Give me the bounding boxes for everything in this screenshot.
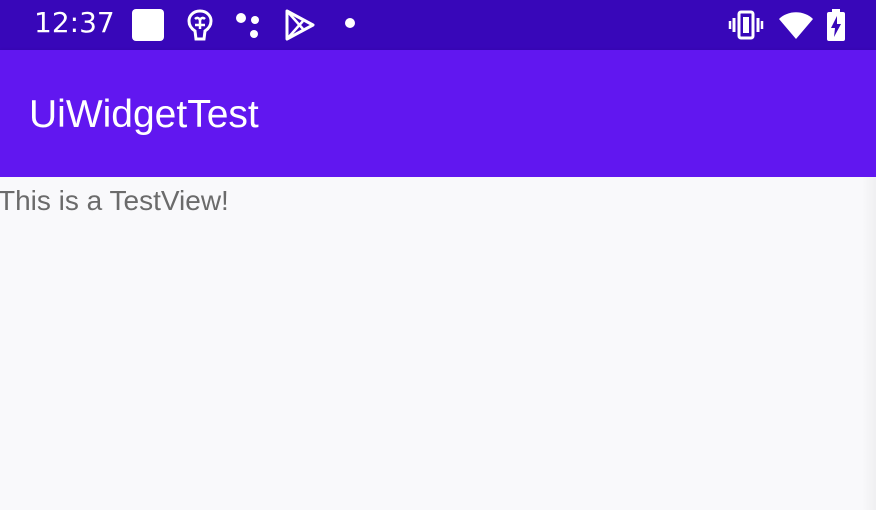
dots-icon: [236, 13, 259, 38]
app-title: UiWidgetTest: [29, 93, 259, 136]
battery-charging-icon: [827, 9, 845, 41]
edge-shadow: [862, 177, 876, 510]
status-bar: 12:37: [0, 0, 876, 50]
status-time: 12:37: [34, 6, 115, 39]
dot-icon: [345, 18, 355, 28]
vibrate-icon: [728, 10, 764, 40]
white-square-icon: [132, 9, 164, 41]
app-bar: UiWidgetTest: [0, 50, 876, 177]
test-view-text: This is a TestView!: [0, 185, 229, 216]
play-store-icon: [285, 9, 315, 41]
brain-icon: [187, 9, 213, 41]
content-area: This is a TestView!: [0, 177, 876, 510]
wifi-icon: [779, 12, 813, 39]
